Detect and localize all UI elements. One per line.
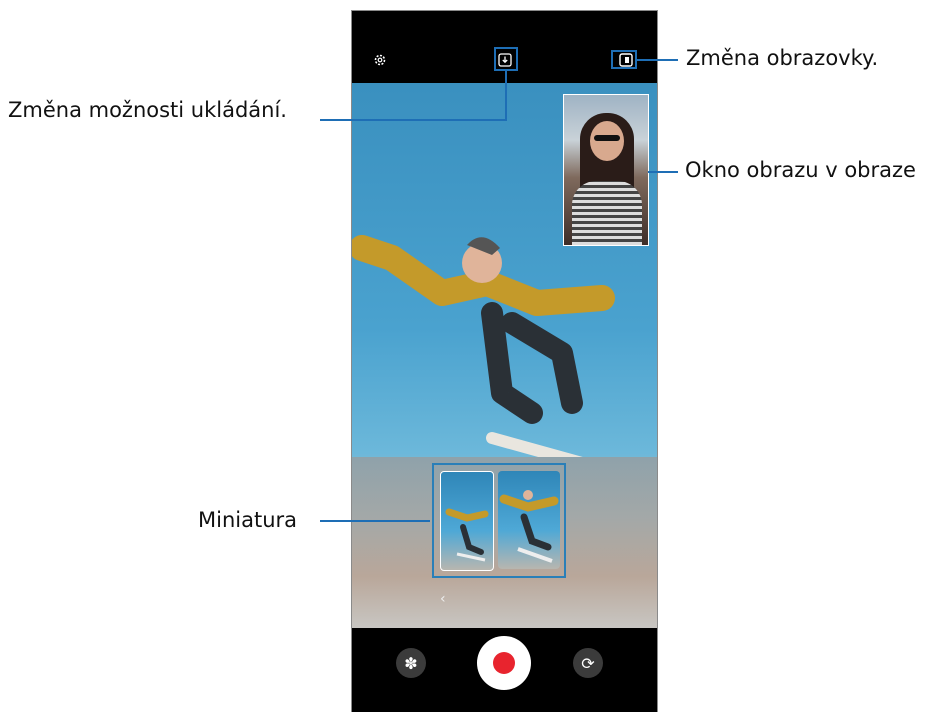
pip-callout-line bbox=[648, 171, 678, 173]
screen-switch-callout-line bbox=[637, 59, 678, 61]
viewfinder[interactable]: ‹ bbox=[352, 83, 657, 628]
collapse-chevron-icon[interactable]: ‹ bbox=[440, 591, 446, 607]
pip-person-face bbox=[590, 121, 624, 161]
pip-window[interactable] bbox=[563, 94, 649, 246]
sunglasses bbox=[594, 135, 620, 141]
pip-person-body bbox=[572, 181, 642, 245]
save-option-label: Změna možnosti ukládání. bbox=[8, 98, 287, 122]
save-option-callout-vertical bbox=[505, 71, 507, 121]
gear-icon[interactable] bbox=[371, 51, 389, 69]
thumbnail-2[interactable] bbox=[498, 471, 560, 569]
save-option-callout-horizontal bbox=[320, 119, 507, 121]
pip-window-label: Okno obrazu v obraze bbox=[685, 158, 916, 182]
camera-bottom-bar: ✽ ⟳ bbox=[352, 628, 657, 712]
thumbnail-label: Miniatura bbox=[198, 508, 298, 532]
thumbnail-callout-line bbox=[320, 520, 430, 522]
thumbnail-1[interactable] bbox=[440, 471, 494, 571]
thumbnail-strip[interactable] bbox=[432, 463, 566, 578]
switch-camera-icon[interactable]: ⟳ bbox=[573, 648, 603, 678]
record-button[interactable] bbox=[477, 636, 531, 690]
effects-icon[interactable]: ✽ bbox=[396, 648, 426, 678]
screen-switch-highlight bbox=[611, 50, 637, 69]
screen-switch-label: Změna obrazovky. bbox=[686, 46, 879, 70]
record-dot-icon bbox=[493, 652, 515, 674]
save-option-highlight bbox=[494, 47, 518, 71]
